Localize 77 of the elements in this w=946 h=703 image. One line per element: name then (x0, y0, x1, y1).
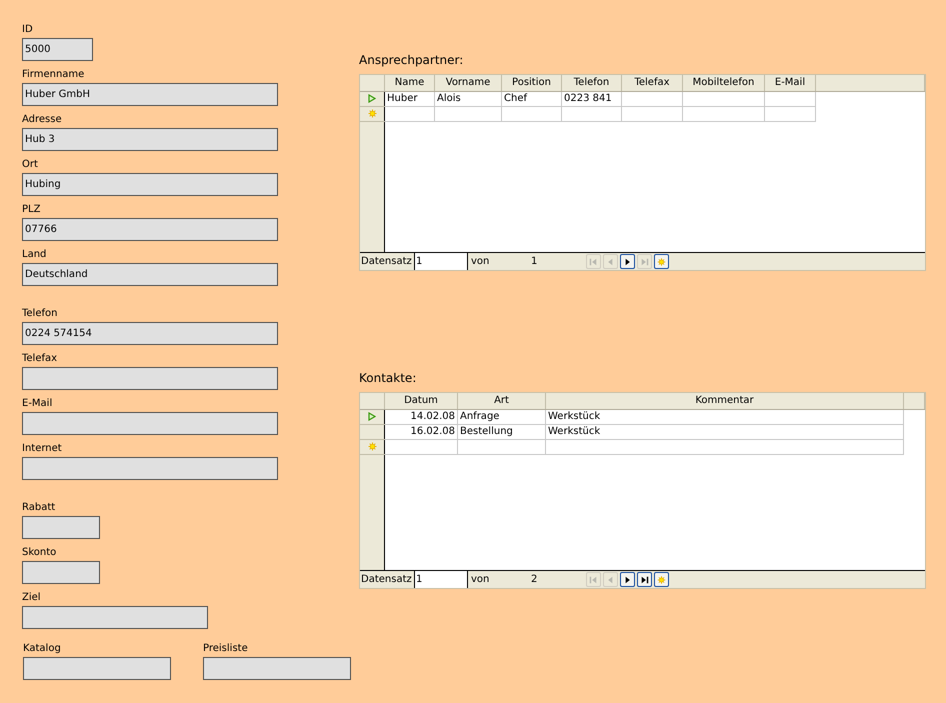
new-record-button[interactable] (654, 572, 669, 587)
record-count: 1 (531, 256, 538, 267)
field-label: Preisliste (203, 642, 249, 655)
column-header[interactable]: Vorname (434, 75, 502, 92)
field-label: Skonto (22, 546, 58, 559)
field-label: Adresse (22, 113, 63, 126)
input-field[interactable]: Deutschland (22, 263, 278, 286)
row-pointer-icon (368, 412, 376, 421)
table-cell: Werkstück (546, 424, 904, 440)
table-cell: Anfrage (458, 410, 546, 424)
last-record-button[interactable] (637, 572, 652, 587)
table-cell: 0223 841 (562, 92, 622, 106)
record-field[interactable]: 1 (415, 253, 468, 270)
field-label: Telefon (22, 307, 58, 320)
of-label: von (470, 256, 490, 267)
table-cell: Werkstück (546, 410, 904, 424)
input-field[interactable] (22, 516, 100, 539)
next-record-button[interactable] (620, 254, 635, 269)
field-label: Telefax (22, 352, 58, 365)
row-selector[interactable] (360, 92, 384, 106)
row-selector[interactable] (360, 410, 384, 424)
input-field[interactable] (22, 561, 100, 584)
new-row-icon (368, 442, 376, 451)
column-header[interactable]: Position (502, 75, 562, 92)
column-header[interactable]: Telefon (562, 75, 622, 92)
new-row-icon (368, 108, 376, 118)
column-header[interactable]: Art (458, 393, 546, 410)
field-label: ID (22, 23, 34, 36)
input-field[interactable] (23, 657, 171, 680)
new-record-button[interactable] (654, 254, 669, 269)
table-cell (384, 106, 434, 122)
field-label: Land (22, 248, 48, 261)
field-label: Rabatt (22, 501, 56, 514)
table-cell: 14.02.08 (384, 410, 458, 424)
table-cell: Huber (384, 92, 434, 106)
table-cell (764, 92, 816, 106)
table-cell: Bestellung (458, 424, 546, 440)
table-cell (434, 106, 502, 122)
input-field[interactable]: 07766 (22, 218, 278, 241)
input-field[interactable] (22, 367, 278, 390)
table-cell (502, 106, 562, 122)
input-field[interactable]: 5000 (22, 38, 93, 61)
input-field[interactable]: Hubing (22, 173, 278, 196)
input-field[interactable] (22, 412, 278, 435)
table-cell (622, 106, 682, 122)
record-count: 2 (531, 574, 538, 585)
column-header[interactable]: Datum (384, 393, 458, 410)
field-label: Katalog (23, 642, 62, 655)
field-label: Internet (22, 442, 63, 455)
input-field[interactable]: 0224 574154 (22, 322, 278, 345)
subform-title: Ansprechpartner: (359, 52, 464, 68)
input-field[interactable] (203, 657, 351, 680)
column-header[interactable]: E-Mail (764, 75, 816, 92)
column-header[interactable]: Telefax (622, 75, 682, 92)
table-cell (764, 106, 816, 122)
input-field[interactable] (22, 606, 208, 629)
field-label: Firmenname (22, 68, 86, 81)
of-label: von (470, 574, 490, 585)
field-label: Ort (22, 158, 39, 171)
row-pointer-icon (368, 94, 376, 103)
field-label: E-Mail (22, 397, 54, 410)
column-header[interactable]: Name (384, 75, 434, 92)
table-cell: Alois (434, 92, 502, 106)
column-header[interactable]: Kommentar (546, 393, 904, 410)
input-field[interactable]: Hub 3 (22, 128, 278, 151)
subform-title: Kontakte: (359, 370, 418, 386)
input-field[interactable] (22, 457, 278, 480)
table-cell (622, 92, 682, 106)
input-field[interactable]: Huber GmbH (22, 83, 278, 106)
table-cell: Chef (502, 92, 562, 106)
table-cell (562, 106, 622, 122)
field-label: Ziel (22, 591, 42, 604)
record-field[interactable]: 1 (415, 571, 468, 588)
next-record-button[interactable] (620, 572, 635, 587)
field-label: PLZ (22, 203, 42, 216)
column-header[interactable]: Mobiltelefon (682, 75, 764, 92)
table-cell: 16.02.08 (384, 424, 458, 440)
